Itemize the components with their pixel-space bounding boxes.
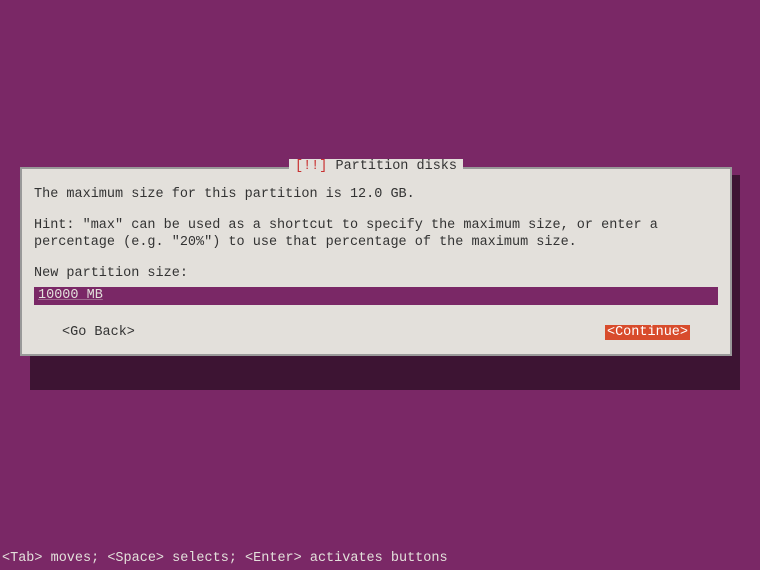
partition-hint: Hint: "max" can be used as a shortcut to… xyxy=(34,218,718,252)
partition-size-input[interactable]: 10000 MB xyxy=(34,287,718,305)
dialog-title-bang: [!!] xyxy=(295,159,327,174)
dialog-title-text: Partition disks xyxy=(335,159,457,174)
partition-max-size-info: The maximum size for this partition is 1… xyxy=(34,187,718,204)
go-back-button[interactable]: <Go Back> xyxy=(62,325,135,340)
partition-size-value: 10000 MB xyxy=(38,288,103,303)
footer-hint: <Tab> moves; <Space> selects; <Enter> ac… xyxy=(2,551,448,566)
partition-size-label: New partition size: xyxy=(34,266,718,283)
partition-dialog: [!!] Partition disks The maximum size fo… xyxy=(20,167,732,356)
dialog-inner: [!!] Partition disks The maximum size fo… xyxy=(22,169,730,354)
dialog-button-row: <Go Back> <Continue> xyxy=(34,325,718,340)
dialog-title: [!!] Partition disks xyxy=(289,159,463,174)
dialog-title-container: [!!] Partition disks xyxy=(22,159,730,174)
continue-button[interactable]: <Continue> xyxy=(605,325,690,340)
